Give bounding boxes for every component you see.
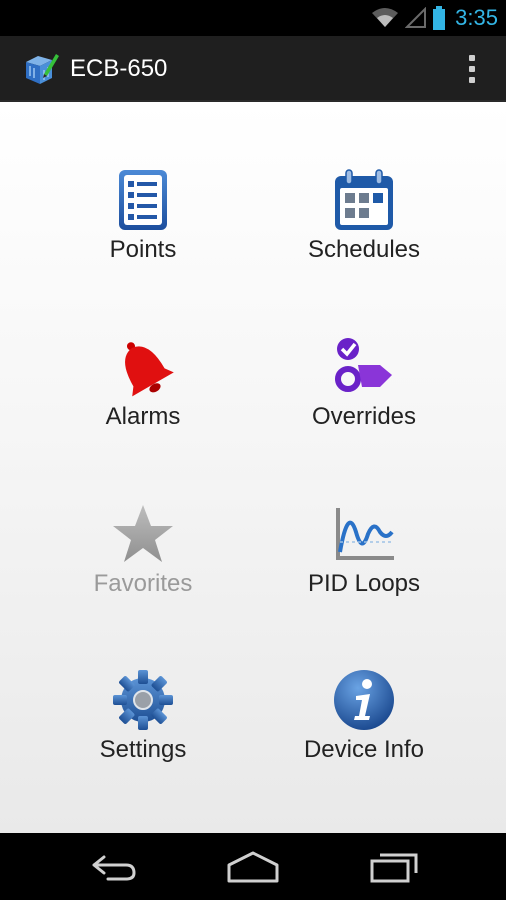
status-icons: 3:35	[371, 0, 498, 36]
favorites-label: Favorites	[93, 570, 193, 597]
app-title: ECB-650	[70, 55, 168, 82]
wifi-icon	[372, 8, 399, 27]
device-info-label: Device Info	[303, 736, 425, 763]
back-icon[interactable]	[82, 845, 142, 889]
pid-chart-icon	[336, 508, 394, 560]
status-clock: 3:35	[455, 5, 498, 30]
points-list-icon	[119, 170, 167, 230]
recent-apps-icon[interactable]	[364, 845, 424, 889]
overrides-button[interactable]: Overrides	[254, 335, 474, 455]
star-icon	[113, 505, 173, 562]
overrides-label: Overrides	[311, 403, 417, 430]
overflow-menu-button[interactable]	[462, 50, 482, 88]
points-button[interactable]: Points	[33, 168, 253, 288]
home-icon[interactable]	[223, 845, 283, 889]
pid-loops-button[interactable]: PID Loops	[254, 502, 474, 622]
schedules-button[interactable]: Schedules	[254, 168, 474, 288]
alarms-button[interactable]: Alarms	[33, 335, 253, 455]
status-bar: 3:35	[0, 0, 506, 36]
info-icon	[334, 670, 394, 730]
cell-signal-icon	[405, 7, 427, 28]
main-menu-grid: Points Schedules Alarms Overrides Favori…	[0, 102, 506, 833]
settings-label: Settings	[99, 736, 187, 763]
pid-loops-label: PID Loops	[307, 570, 421, 597]
override-icon	[335, 338, 392, 392]
schedules-label: Schedules	[307, 236, 421, 263]
device-info-button[interactable]: Device Info	[254, 668, 474, 788]
navigation-bar	[0, 833, 506, 900]
battery-icon	[433, 6, 446, 30]
calendar-icon	[335, 169, 393, 230]
alarms-label: Alarms	[105, 403, 181, 430]
alarm-bell-icon	[125, 342, 174, 397]
points-label: Points	[109, 236, 177, 263]
action-bar: ECB-650	[0, 36, 506, 102]
gear-icon	[113, 670, 173, 730]
favorites-button[interactable]: Favorites	[33, 502, 253, 622]
app-logo-icon[interactable]	[22, 50, 60, 88]
settings-button[interactable]: Settings	[33, 668, 253, 788]
